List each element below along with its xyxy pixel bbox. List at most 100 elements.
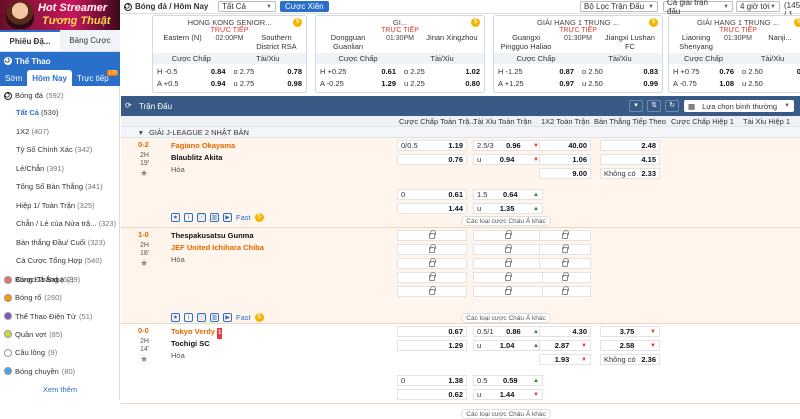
- featured-match-card[interactable]: GI... $ Dongguan Guanlian TRỰC TIẾP 01:30PM J…: [315, 15, 485, 93]
- card-handicap-odds[interactable]: H -0.5 0.84: [153, 67, 230, 76]
- card-ou-odds[interactable]: u 2.25 0.80: [400, 79, 484, 88]
- card-handicap-odds[interactable]: H +0.25 0.61: [316, 67, 400, 76]
- odds-cell[interactable]: [473, 285, 543, 297]
- card-ou-odds[interactable]: u 2.75 0.98: [230, 79, 307, 88]
- star-icon[interactable]: ★: [171, 212, 180, 222]
- odds-cell[interactable]: u 1.35 ▲: [473, 203, 543, 214]
- more-bets-toggle[interactable]: Các loại cược Châu Á khác: [461, 409, 551, 419]
- odds-cell[interactable]: [539, 229, 591, 241]
- time-select[interactable]: 4 giờ tới ▼: [736, 1, 780, 12]
- info-icon[interactable]: ⓘ: [197, 212, 206, 222]
- more-bets-toggle[interactable]: Các loại cược Châu Á khác: [461, 216, 551, 226]
- odds-cell[interactable]: 0.76: [397, 154, 467, 165]
- odds-cell[interactable]: Không có 2.33: [600, 168, 660, 179]
- coin-icon[interactable]: $: [293, 18, 302, 27]
- featured-match-card[interactable]: HONG KONG SENIOR... $ Eastern (N) TRỰC TIẾP…: [152, 15, 307, 93]
- odds-cell[interactable]: 0.67: [397, 326, 467, 337]
- live-tv-icon[interactable]: ▶: [223, 212, 232, 222]
- odds-cell[interactable]: 0 1.38: [397, 375, 467, 386]
- odds-cell[interactable]: 1.06: [539, 154, 591, 165]
- coin-icon[interactable]: $: [254, 312, 264, 322]
- odds-cell[interactable]: [473, 229, 543, 241]
- card-handicap-odds[interactable]: H +0.75 0.76: [669, 67, 738, 76]
- odds-cell[interactable]: 3.75 ▼: [600, 326, 660, 337]
- view-mode-select[interactable]: ▦ Lựa chọn bình thường ▼: [684, 100, 794, 112]
- star-icon[interactable]: ★: [171, 312, 180, 322]
- coin-icon[interactable]: $: [471, 18, 480, 27]
- live-tv-icon[interactable]: ▶: [223, 312, 232, 322]
- card-handicap-odds[interactable]: A +1.25 0.97: [494, 79, 578, 88]
- odds-cell[interactable]: [397, 257, 467, 269]
- card-ou-odds[interactable]: o 2.50 0.83: [578, 67, 662, 76]
- refresh-button-icon[interactable]: ↻: [665, 100, 679, 112]
- card-handicap-odds[interactable]: H -1.25 0.87: [494, 67, 578, 76]
- tab-today[interactable]: Hôm Nay: [27, 70, 72, 86]
- sidebar-item-sport[interactable]: Thể Thao Điện Tử (51): [4, 312, 116, 321]
- coin-icon[interactable]: $: [649, 18, 658, 27]
- odds-cell[interactable]: 0.62: [397, 389, 467, 400]
- odds-cell[interactable]: 40.00: [539, 140, 591, 151]
- odds-cell[interactable]: [473, 243, 543, 255]
- sidebar-item-football[interactable]: Bóng đá (592): [4, 91, 116, 100]
- tab-my-bets[interactable]: Bảng Cược: [60, 30, 120, 51]
- sidebar-item-sport[interactable]: Bóng Đá Saba (39): [4, 275, 116, 284]
- card-ou-odds[interactable]: o 2.25 1.02: [400, 67, 484, 76]
- chart-icon[interactable]: ▥: [210, 212, 219, 222]
- sidebar-subitem[interactable]: Chẵn / Lẻ của Nửa trậ... (323): [16, 219, 116, 228]
- card-ou-odds[interactable]: o 2.500.: [738, 67, 800, 76]
- odds-cell[interactable]: [539, 285, 591, 297]
- favorite-star-icon[interactable]: ★: [140, 354, 148, 365]
- odds-cell[interactable]: [397, 285, 467, 297]
- tab-bet-slip[interactable]: Phiếu Đặ...: [0, 30, 60, 51]
- parlay-button[interactable]: Cược Xiên: [280, 1, 329, 12]
- sidebar-subitem[interactable]: Hiệp 1/ Toàn Trận (325): [16, 201, 95, 210]
- tab-early[interactable]: Sớm: [0, 70, 27, 86]
- odds-cell[interactable]: Không có 2.36: [600, 354, 660, 365]
- sidebar-subitem[interactable]: Lẻ/Chẵn (391): [16, 164, 64, 173]
- sidebar-subitem[interactable]: Tỷ Số Chính Xác (342): [16, 145, 92, 154]
- fast-bet-link[interactable]: Fast: [236, 313, 251, 322]
- odds-cell[interactable]: [473, 271, 543, 283]
- odds-cell[interactable]: [397, 229, 467, 241]
- sidebar-subitem[interactable]: 1X2 (407): [16, 127, 49, 136]
- odds-cell[interactable]: 4.30: [539, 326, 591, 337]
- match-filter-select[interactable]: Bộ Lọc Trận Đấu ▼: [580, 1, 658, 12]
- more-bets-toggle[interactable]: Các loại cược Châu Á khác: [461, 313, 551, 323]
- odds-type-select[interactable]: Cả giải trận đấu ▼: [663, 0, 733, 16]
- sidebar-subitem[interactable]: Tất Cả (530): [16, 108, 59, 117]
- card-ou-odds[interactable]: u 2.50 0.99: [578, 79, 662, 88]
- odds-cell[interactable]: 0/0.5 1.19: [397, 140, 467, 151]
- sidebar-subitem[interactable]: Tổng Số Bàn Thắng (341): [16, 182, 103, 191]
- odds-cell[interactable]: 0.5/1 0.86 ▲: [473, 326, 543, 337]
- sort-icon[interactable]: ⇅: [647, 100, 661, 112]
- odds-cell[interactable]: u 0.94 ▼: [473, 154, 543, 165]
- odds-cell[interactable]: 4.15: [600, 154, 660, 165]
- odds-cell[interactable]: [397, 271, 467, 283]
- odds-cell[interactable]: [539, 271, 591, 283]
- odds-cell[interactable]: 0 0.61: [397, 189, 467, 200]
- card-handicap-odds[interactable]: A +0.5 0.94: [153, 79, 230, 88]
- odds-cell[interactable]: 2.58 ▼: [600, 340, 660, 351]
- refresh-icon[interactable]: ⟳: [125, 101, 132, 110]
- card-handicap-odds[interactable]: A -0.75 1.08: [669, 79, 738, 88]
- tab-live[interactable]: Trực tiếp 120: [72, 70, 118, 86]
- stats-icon[interactable]: i: [184, 212, 193, 222]
- promo-banner[interactable]: Hot Streamer Tương Thuật: [0, 0, 120, 30]
- coin-icon[interactable]: $: [794, 18, 800, 27]
- sidebar-item-sport[interactable]: Cầu lông (9): [4, 348, 116, 357]
- sidebar-subitem[interactable]: Cá Cược Tổng Hợp (540): [16, 256, 102, 265]
- odds-cell[interactable]: 0.5 0.59 ▲: [473, 375, 543, 386]
- card-handicap-odds[interactable]: A -0.25 1.29: [316, 79, 400, 88]
- odds-cell[interactable]: [397, 243, 467, 255]
- odds-cell[interactable]: 9.00: [539, 168, 591, 179]
- odds-cell[interactable]: 1.5 0.64 ▲: [473, 189, 543, 200]
- sports-header[interactable]: Thể Thao: [0, 52, 120, 70]
- expand-icon[interactable]: ▾: [629, 100, 643, 112]
- sidebar-item-sport[interactable]: Bóng rổ (260): [4, 293, 116, 302]
- league-row[interactable]: ▾ GIẢI J-LEAGUE 2 NHẬT BẢN: [121, 127, 800, 138]
- odds-cell[interactable]: 2.5/3 0.96 ▼: [473, 140, 543, 151]
- sidebar-subitem[interactable]: Bàn thắng Đầu/ Cuối (323): [16, 238, 105, 247]
- card-ou-odds[interactable]: u 2.50: [738, 79, 800, 88]
- odds-cell[interactable]: 1.44: [397, 203, 467, 214]
- odds-cell[interactable]: [539, 243, 591, 255]
